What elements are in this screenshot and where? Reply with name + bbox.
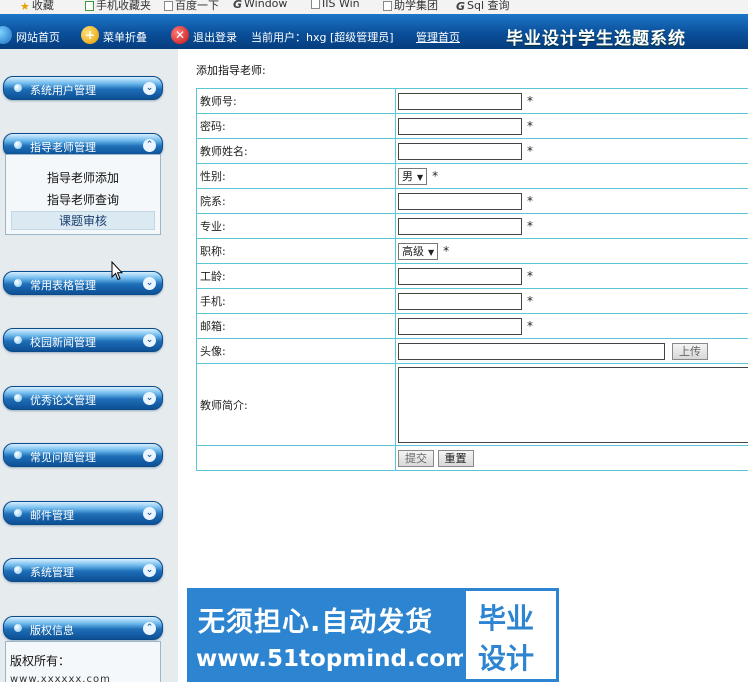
- teacher-id-input[interactable]: [398, 92, 522, 110]
- upload-button[interactable]: 上传: [672, 342, 708, 360]
- page-icon: [311, 0, 320, 9]
- chevron-down-icon[interactable]: ⌄: [143, 449, 156, 462]
- chevron-up-icon[interactable]: ⌃: [143, 622, 156, 635]
- form-row-mobile: 手机: *: [196, 288, 748, 314]
- copyright-text: 版权所有：: [10, 654, 71, 668]
- menu-copyright[interactable]: 版权信息 ⌃: [3, 616, 163, 640]
- bullet-icon: [14, 84, 22, 92]
- teacher-intro-textarea[interactable]: [398, 366, 748, 443]
- copyright-info: 版权所有： www.xxxxxx.com: [5, 641, 161, 682]
- chevron-down-icon[interactable]: ⌄: [143, 564, 156, 577]
- form-row-actions: 提交 重置: [196, 445, 748, 471]
- watermark-banner: 无须担心.自动发货 www.51topmind.com 毕业 设计: [187, 588, 559, 682]
- teacher-submenu: 指导老师添加 指导老师查询 课题审核: [5, 154, 161, 235]
- form-row-teacher-name: 教师姓名: *: [196, 138, 748, 164]
- reset-button[interactable]: 重置: [437, 449, 474, 467]
- menu-system[interactable]: 系统管理 ⌄: [3, 558, 163, 582]
- chevron-down-icon[interactable]: ⌄: [143, 82, 156, 95]
- chevron-up-icon[interactable]: ⌃: [143, 139, 156, 152]
- logo-icon: G: [233, 0, 243, 11]
- form-row-password: 密码: *: [196, 113, 748, 139]
- home-link[interactable]: 网站首页: [16, 29, 60, 45]
- menu-faq[interactable]: 常见问题管理 ⌄: [3, 443, 163, 467]
- bookmark-mobile-favorites[interactable]: 手机收藏夹: [85, 0, 151, 13]
- logo-icon: G: [456, 0, 466, 13]
- submit-button[interactable]: 提交: [398, 449, 434, 467]
- form-row-avatar: 头像: 上传: [196, 338, 748, 364]
- bookmark-iis-win[interactable]: IIS Win: [311, 0, 360, 10]
- menu-system-users[interactable]: 系统用户管理 ⌄: [3, 76, 163, 100]
- bookmark-zhuxue[interactable]: 助学集团: [383, 0, 438, 13]
- copyright-url: www.xxxxxx.com: [10, 674, 111, 682]
- menu-campus-news[interactable]: 校园新闻管理 ⌄: [3, 328, 163, 352]
- form-row-intro: 教师简介:: [196, 363, 748, 446]
- add-teacher-form: 教师号: * 密码: * 教师姓名: * 性别: 男 ▼ * 院系: * 专业: *…: [196, 88, 748, 471]
- email-input[interactable]: [398, 317, 522, 335]
- bullet-icon: [14, 141, 22, 149]
- star-icon: ★: [20, 0, 30, 13]
- dropdown-arrow-icon: ▼: [417, 172, 424, 182]
- mobile-icon: [85, 1, 94, 11]
- major-input[interactable]: [398, 217, 522, 235]
- form-row-email: 邮箱: *: [196, 313, 748, 339]
- current-user: 当前用户：hxg [超级管理员]: [251, 31, 394, 44]
- form-row-title: 职称: 高级 ▼ *: [196, 238, 748, 264]
- password-input[interactable]: [398, 117, 522, 135]
- form-row-gender: 性别: 男 ▼ *: [196, 163, 748, 189]
- chevron-down-icon[interactable]: ⌄: [143, 507, 156, 520]
- chevron-down-icon[interactable]: ⌄: [143, 334, 156, 347]
- bullet-icon: [14, 279, 22, 287]
- bullet-icon: [14, 624, 22, 632]
- chevron-down-icon[interactable]: ⌄: [143, 392, 156, 405]
- submenu-topic-review[interactable]: 课题审核: [11, 211, 155, 230]
- admin-home-link[interactable]: 管理首页: [416, 29, 460, 45]
- bullet-icon: [14, 394, 22, 402]
- teacher-name-input[interactable]: [398, 142, 522, 160]
- top-header: 网站首页 + 菜单折叠 ✕ 退出登录 当前用户：hxg [超级管理员] 管理首页…: [0, 14, 748, 49]
- form-row-department: 院系: *: [196, 188, 748, 214]
- submenu-query-teacher[interactable]: 指导老师查询: [6, 191, 160, 208]
- watermark-url: www.51topmind.com: [196, 646, 470, 672]
- plus-icon: +: [81, 26, 99, 44]
- logout-link[interactable]: 退出登录: [193, 29, 237, 45]
- mobile-input[interactable]: [398, 292, 522, 310]
- menu-excellent-papers[interactable]: 优秀论文管理 ⌄: [3, 386, 163, 410]
- menu-forms[interactable]: 常用表格管理 ⌄: [3, 271, 163, 295]
- bookmark-baidu[interactable]: 百度一下: [164, 0, 219, 13]
- page-icon: [164, 1, 173, 11]
- watermark-logo: 毕业 设计: [463, 588, 559, 682]
- watermark-slogan: 无须担心.自动发货: [198, 607, 434, 638]
- seniority-input[interactable]: [398, 267, 522, 285]
- bullet-icon: [14, 566, 22, 574]
- globe-icon: [0, 26, 12, 44]
- close-icon: ✕: [171, 26, 189, 44]
- title-select[interactable]: 高级 ▼: [398, 242, 439, 260]
- bookmark-favorites[interactable]: ★ 收藏: [20, 0, 54, 13]
- bookmark-window[interactable]: G Window: [233, 0, 287, 11]
- system-title: 毕业设计学生选题系统: [506, 29, 686, 49]
- sidebar: 系统用户管理 ⌄ 指导老师管理 ⌃ 指导老师添加 指导老师查询 课题审核 常用表…: [0, 49, 178, 682]
- gender-select[interactable]: 男 ▼: [398, 167, 428, 185]
- menu-mail[interactable]: 邮件管理 ⌄: [3, 501, 163, 525]
- form-row-seniority: 工龄: *: [196, 263, 748, 289]
- collapse-menu-link[interactable]: 菜单折叠: [103, 29, 147, 45]
- dropdown-arrow-icon: ▼: [428, 247, 435, 257]
- bullet-icon: [14, 509, 22, 517]
- form-row-major: 专业: *: [196, 213, 748, 239]
- form-row-teacher-id: 教师号: *: [196, 88, 748, 114]
- page-icon: [383, 1, 392, 11]
- form-title: 添加指导老师:: [196, 64, 266, 77]
- bookmarks-bar: ★ 收藏 手机收藏夹 百度一下 G Window IIS Win 助学集团 G Sql…: [0, 0, 748, 14]
- bookmark-sql-query[interactable]: G Sql 查询: [456, 0, 510, 13]
- bullet-icon: [14, 451, 22, 459]
- mouse-cursor-icon: [111, 261, 123, 281]
- department-input[interactable]: [398, 192, 522, 210]
- avatar-input[interactable]: [398, 342, 665, 360]
- submenu-add-teacher[interactable]: 指导老师添加: [6, 169, 160, 186]
- chevron-down-icon[interactable]: ⌄: [143, 277, 156, 290]
- bullet-icon: [14, 336, 22, 344]
